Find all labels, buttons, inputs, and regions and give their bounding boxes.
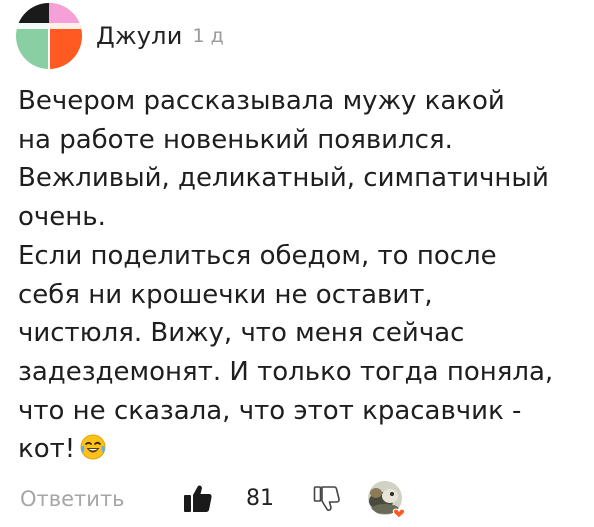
comment-actions: Ответить 81: [20, 478, 580, 522]
comment-line-last: кот!: [18, 430, 588, 469]
like-count: 81: [246, 486, 274, 511]
comment-timestamp: 1 д: [192, 25, 224, 47]
author-name[interactable]: Джули: [96, 22, 183, 50]
comment-header: Джули 1 д: [16, 2, 224, 70]
comment-line-text: кот!: [18, 434, 76, 465]
comment-line: очень.: [18, 202, 106, 233]
thumbs-down-icon[interactable]: [312, 484, 342, 514]
comment-text: Вечером рассказывала мужу какой на работ…: [18, 82, 588, 469]
thumbs-up-icon[interactable]: [182, 482, 214, 514]
comment-line: Вежливый, деликатный, симпатичный: [18, 163, 549, 194]
comment-line: что не сказала, что этот красавчик -: [18, 395, 522, 426]
comment-line: задездемонят. И только тогда поняла,: [18, 356, 554, 387]
comment-line: чистюля. Вижу, что меня сейчас: [18, 318, 465, 349]
comment-line: на работе новенький появился.: [18, 124, 453, 155]
reactor-avatar[interactable]: [366, 479, 410, 521]
avatar[interactable]: [16, 3, 82, 69]
comment-line: Вечером рассказывала мужу какой: [18, 86, 505, 116]
tears-of-joy-emoji: [80, 434, 106, 460]
comment-line: себя ни крошечки не оставит,: [18, 279, 433, 310]
reply-button[interactable]: Ответить: [20, 487, 125, 511]
comment-line: Если поделиться обедом, то после: [18, 240, 497, 271]
